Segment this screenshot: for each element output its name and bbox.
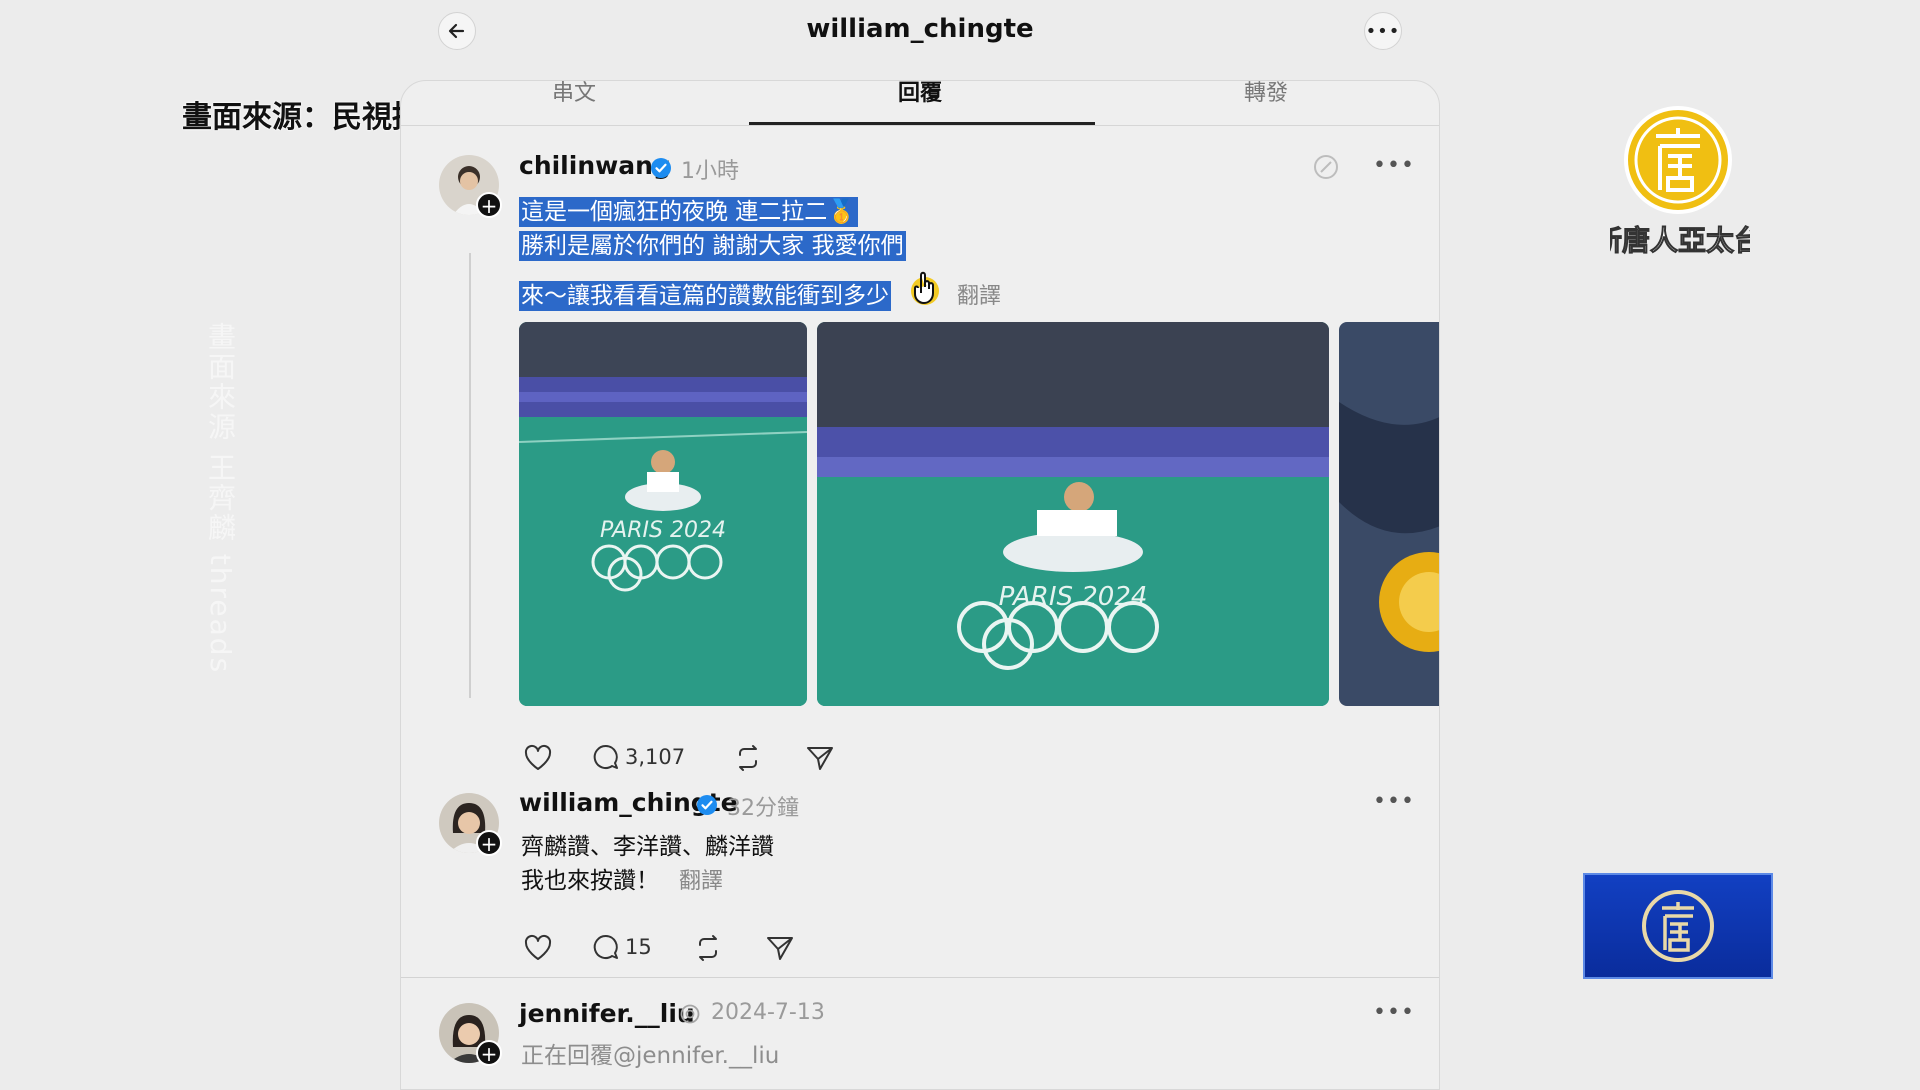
- repost-button[interactable]: [693, 934, 723, 962]
- tab-replies[interactable]: 回覆: [747, 81, 1093, 107]
- threads-at-icon: [680, 1004, 700, 1024]
- translate-link[interactable]: 翻譯: [679, 863, 723, 895]
- heart-icon: [524, 934, 552, 960]
- post-divider: [401, 977, 1439, 978]
- ntd-emblem-icon: [1642, 890, 1714, 962]
- send-icon: [767, 937, 793, 960]
- post-more-icon[interactable]: •••: [1373, 153, 1415, 178]
- verified-badge-icon: [697, 795, 717, 815]
- more-options-button[interactable]: •••: [1364, 12, 1402, 50]
- post-more-icon[interactable]: •••: [1373, 1000, 1415, 1025]
- comment-icon: [593, 934, 618, 959]
- comment-button[interactable]: 3,107: [591, 742, 685, 772]
- follow-plus-icon[interactable]: +: [476, 1040, 502, 1066]
- active-tab-indicator: [749, 122, 1095, 125]
- post-text-line-4: 來～讓我看看這篇的讚數能衝到多少: [519, 281, 891, 311]
- post-text-line-2: 勝利是屬於你們的 謝謝大家 我愛你們: [519, 231, 906, 261]
- post-text-line-1: 這是一個瘋狂的夜晚 連二拉二🥇: [519, 197, 858, 227]
- ntd-logo: 新唐人亞太台: [1593, 100, 1763, 290]
- top-bar: william_chingte •••: [0, 0, 1920, 70]
- share-button[interactable]: [805, 744, 835, 772]
- gold-medal-photo[interactable]: [1339, 322, 1439, 706]
- post-time: 1小時: [681, 159, 739, 184]
- follow-plus-icon[interactable]: +: [476, 830, 502, 856]
- share-button[interactable]: [765, 934, 795, 962]
- post-username[interactable]: jennifer.__liu: [519, 999, 695, 1028]
- follow-plus-icon[interactable]: +: [476, 192, 502, 218]
- comment-count: 15: [625, 935, 652, 959]
- ntd-emblem-icon: 新唐人亞太台: [1593, 106, 1763, 258]
- svg-text:新唐人亞太台: 新唐人亞太台: [1610, 224, 1750, 257]
- svg-text:PARIS 2024: PARIS 2024: [600, 518, 726, 543]
- edit-icon[interactable]: [1313, 154, 1339, 180]
- post-text-line-1: 齊麟讚、李洋讚、麟洋讚: [521, 834, 774, 860]
- post-time: 32分鐘: [727, 796, 799, 821]
- send-icon: [807, 747, 833, 770]
- like-button[interactable]: [523, 934, 553, 962]
- thread-connector: [469, 253, 471, 698]
- repost-icon: [699, 935, 717, 961]
- tab-threads[interactable]: 串文: [401, 81, 747, 107]
- verified-badge-icon: [651, 158, 671, 178]
- post-username[interactable]: chilinwang: [519, 151, 671, 180]
- threads-card: 串文 回覆 轉發 + chilinwang 1小時 ••• 這是一個瘋狂的夜晚 …: [400, 80, 1440, 1090]
- post-more-icon[interactable]: •••: [1373, 789, 1415, 814]
- repost-icon: [739, 745, 757, 771]
- comment-count: 3,107: [625, 745, 686, 769]
- post-time: 2024-7-13: [711, 1000, 825, 1025]
- heart-icon: [524, 744, 552, 770]
- reply-to-label: 正在回覆@jennifer.__liu: [521, 1043, 780, 1069]
- comment-icon: [593, 744, 618, 769]
- post-text-line-2: 我也來按讚！: [521, 868, 659, 894]
- repost-button[interactable]: [733, 744, 763, 772]
- arrow-left-icon: [448, 23, 465, 39]
- page-title: william_chingte: [806, 14, 1034, 44]
- paris-2024-court-photo-1[interactable]: PARIS 2024: [519, 322, 807, 706]
- like-button[interactable]: [523, 744, 553, 772]
- back-button[interactable]: [438, 12, 476, 50]
- more-horizontal-icon: •••: [1365, 20, 1401, 42]
- vertical-watermark: 畫面來源 王齊麟 threads: [204, 322, 237, 675]
- translate-link[interactable]: 翻譯: [957, 278, 1001, 310]
- hand-cursor-icon: [911, 271, 939, 305]
- ntd-channel-bug: [1583, 873, 1773, 979]
- profile-tabs: 串文 回覆 轉發: [401, 81, 1439, 126]
- tab-reposts[interactable]: 轉發: [1093, 81, 1439, 107]
- paris-2024-court-photo-2[interactable]: PARIS 2024: [817, 322, 1329, 706]
- comment-button[interactable]: 15: [591, 932, 652, 962]
